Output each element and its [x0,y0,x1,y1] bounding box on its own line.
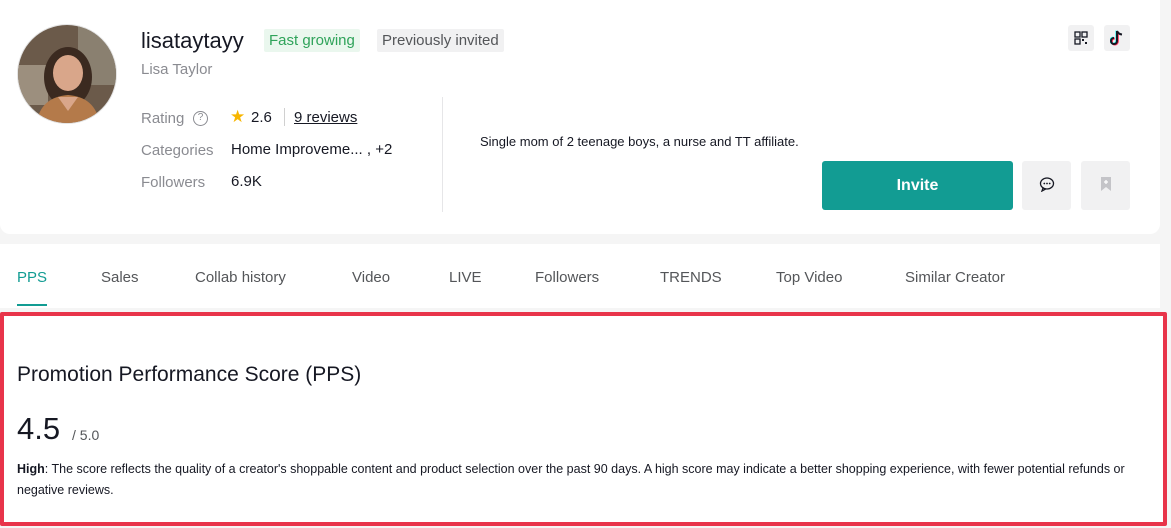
message-icon [1039,176,1055,195]
followers-value: 6.9K [231,173,262,190]
tab-pps[interactable]: PPS [17,269,47,286]
pps-title: Promotion Performance Score (PPS) [17,363,362,386]
pps-score: 4.5 [17,411,61,446]
creator-full-name: Lisa Taylor [141,61,213,78]
tab-live[interactable]: LIVE [449,269,482,286]
creator-handle: lisataytayy [141,28,244,53]
active-tab-indicator [17,304,47,306]
creator-bio: Single mom of 2 teenage boys, a nurse an… [480,134,799,149]
bookmark-button[interactable] [1081,161,1130,210]
previously-invited-badge: Previously invited [377,29,504,52]
reviews-link[interactable]: 9 reviews [294,109,357,126]
rating-label: Rating [141,110,185,127]
tab-trends[interactable]: TRENDS [660,269,722,286]
rating-divider [284,108,285,126]
invite-button[interactable]: Invite [822,161,1013,210]
tab-followers[interactable]: Followers [535,269,599,286]
creator-profile-card: lisataytayy Fast growing Previously invi… [0,0,1160,234]
pps-panel: Promotion Performance Score (PPS) 4.5 / … [0,312,1167,526]
tiktok-icon[interactable] [1104,25,1130,51]
tab-video[interactable]: Video [352,269,390,286]
divider [442,97,443,212]
tab-similar-creator[interactable]: Similar Creator [905,269,1005,286]
tab-collab-history[interactable]: Collab history [195,269,286,286]
pps-level: High [17,462,45,476]
tab-top-video[interactable]: Top Video [776,269,842,286]
pps-description-text: : The score reflects the quality of a cr… [17,462,1125,497]
categories-value: Home Improveme... , +2 [231,141,393,158]
pps-description: High: The score reflects the quality of … [17,459,1127,501]
tab-bar: PPS Sales Collab history Video LIVE Foll… [0,244,1160,308]
rating-value: 2.6 [251,109,272,126]
star-icon: ★ [230,107,246,126]
avatar [17,24,117,124]
followers-label: Followers [141,174,206,191]
fast-growing-badge: Fast growing [264,29,360,52]
categories-label: Categories [141,142,214,159]
message-button[interactable] [1022,161,1071,210]
qr-code-icon[interactable] [1068,25,1094,51]
bookmark-icon [1099,176,1113,195]
help-icon[interactable]: ? [193,111,208,126]
pps-max-score: / 5.0 [72,427,100,443]
tab-sales[interactable]: Sales [101,269,139,286]
